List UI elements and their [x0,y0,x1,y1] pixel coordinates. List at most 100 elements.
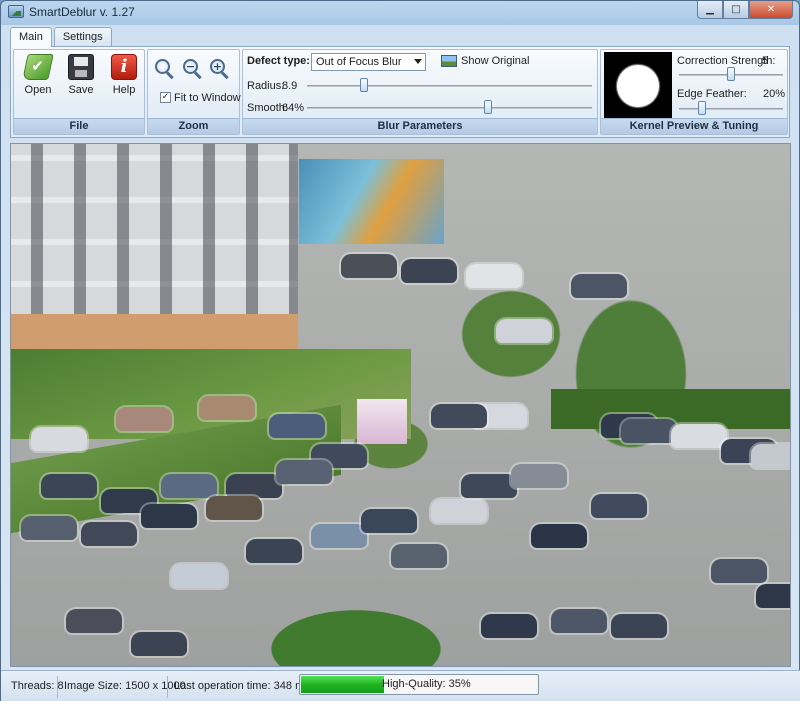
chevron-down-icon [414,59,422,64]
feather-slider-thumb[interactable] [698,101,707,115]
status-bar: Threads: 8 Image Size: 1500 x 1000 Last … [1,670,800,701]
last-operation-status: Last operation time: 348 ms [174,680,310,692]
minimize-button[interactable]: ▁ [697,1,723,19]
photo-car [621,419,677,443]
photo-car [31,427,87,451]
photo-car [171,564,227,588]
photo-car [756,584,790,608]
photo-truck [357,399,407,444]
correction-slider-thumb[interactable] [727,67,735,81]
photo-car [246,539,302,563]
save-button[interactable]: Save [61,54,101,102]
edge-feather-label: Edge Feather: [677,88,747,100]
save-label: Save [68,84,94,96]
radius-slider-track [307,85,592,87]
photo-car [461,474,517,498]
file-group: Open Save i Help File [13,49,145,135]
kernel-preview [604,52,672,120]
maximize-button[interactable]: □ [723,1,749,19]
zoom-icon[interactable] [155,59,175,80]
open-label: Open [24,84,52,96]
photo-car [21,516,77,540]
window-controls: ▁ □ ✕ [697,1,793,19]
photo-car [481,614,537,638]
photo-car [531,524,587,548]
photo-building-base [11,314,298,349]
open-icon [22,54,54,80]
defect-type-select[interactable]: Out of Focus Blur [311,53,426,71]
quality-progress-bar: High-Quality: 35% [299,674,539,695]
photo-mural [299,159,444,244]
defect-type-label: Defect type: [247,55,310,67]
ribbon-tabs: Main Settings [10,27,114,47]
help-label: Help [112,84,136,96]
zoom-out-button[interactable]: − [183,59,203,80]
photo-car [571,274,627,298]
app-window: SmartDeblur v. 1.27 ▁ □ ✕ Main Settings … [0,0,800,701]
title-bar[interactable]: SmartDeblur v. 1.27 ▁ □ ✕ [1,1,799,23]
image-icon [441,55,457,67]
photo-car [591,494,647,518]
blur-parameters-group: Defect type: Out of Focus Blur Show Orig… [242,49,598,135]
photo-car [671,424,727,448]
photo-car [431,499,487,523]
edge-feather-value: 20% [763,88,786,100]
radius-label: Radius: [247,80,285,92]
photo-car [496,319,552,343]
threads-status: Threads: 8 [11,680,64,692]
photo-car [276,460,332,484]
radius-slider-thumb[interactable] [359,78,368,92]
blur-parameters-title: Blur Parameters [243,118,597,134]
file-group-title: File [14,118,144,134]
close-button[interactable]: ✕ [749,1,793,19]
quality-progress-label: High-Quality: 35% [382,678,471,690]
photo-car [199,396,255,420]
photo-car [401,259,457,283]
photo-car [711,559,767,583]
photo-car [226,474,282,498]
save-icon [68,54,94,80]
photo-car [751,444,790,468]
photo-car [66,609,122,633]
photo-car [466,264,522,288]
photo-car [141,504,197,528]
help-button[interactable]: i Help [104,54,144,102]
ribbon: Open Save i Help File − + ✓ Fit [10,46,790,138]
fit-to-window-label: Fit to Window [174,92,241,104]
radius-value: 8.9 [282,80,298,92]
photo-car [611,614,667,638]
smooth-slider-thumb[interactable] [484,100,493,114]
correction-strength-value: 5 [762,55,769,67]
help-icon: i [111,54,137,80]
photo-car [116,407,172,431]
app-icon [8,5,24,18]
window-title: SmartDeblur v. 1.27 [29,5,135,19]
tab-main[interactable]: Main [10,27,52,47]
zoom-group: − + ✓ Fit to Window Zoom [147,49,241,135]
photo-car [41,474,97,498]
open-button[interactable]: Open [18,54,58,102]
photo-car [431,404,487,428]
quality-progress-fill [301,676,385,693]
photo-car [81,522,137,546]
kernel-group-title: Kernel Preview & Tuning [601,118,787,134]
correction-strength-label: Correction Strength: [677,55,776,67]
feather-slider-track [679,108,783,110]
image-viewport[interactable] [10,143,791,667]
photo-car [206,496,262,520]
photo-car [361,509,417,533]
smooth-value: 64% [282,102,305,114]
zoom-in-button[interactable]: + [210,59,230,80]
photo-car [341,254,397,278]
kernel-disk [617,65,659,107]
photo-car [269,414,325,438]
show-original-button[interactable]: Show Original [461,55,529,67]
kernel-group: Correction Strength: 5 Edge Feather: 20%… [600,49,788,135]
photo-car [511,464,567,488]
status-divider [57,676,58,698]
fit-to-window-checkbox[interactable]: ✓ [160,92,171,103]
tab-settings[interactable]: Settings [53,27,112,46]
smooth-slider-track [307,107,592,109]
zoom-group-title: Zoom [148,118,239,134]
photo-car [161,474,217,498]
